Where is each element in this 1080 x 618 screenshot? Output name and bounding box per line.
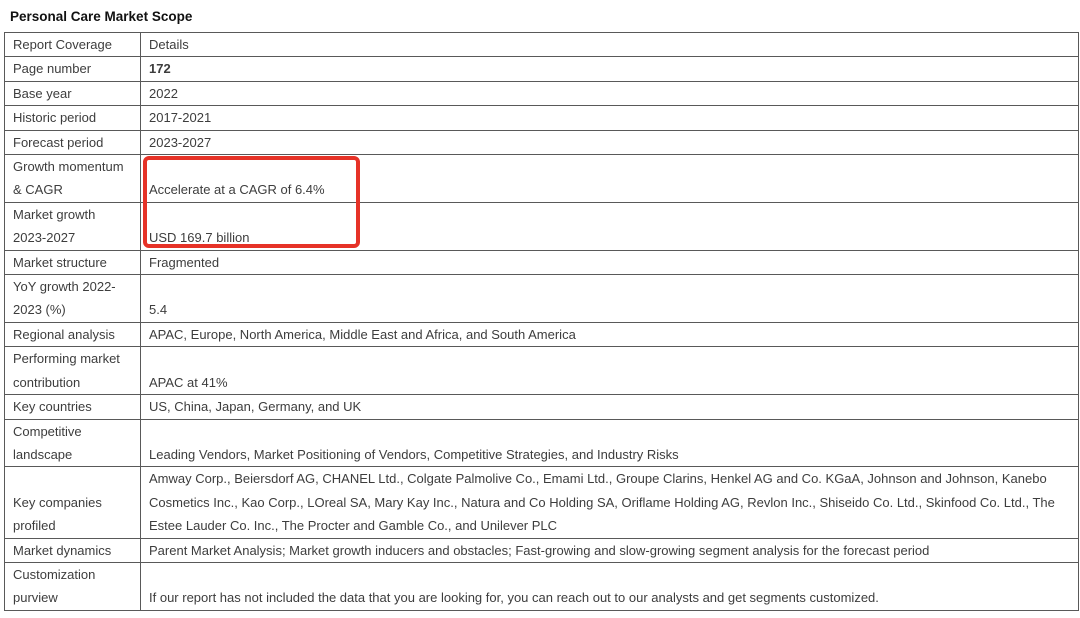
row-label: Key countries	[5, 395, 141, 419]
table-row-base-year: Base year 2022	[5, 81, 1079, 105]
row-label: Historic period	[5, 106, 141, 130]
row-value: If our report has not included the data …	[141, 562, 1079, 610]
table-row-market-dynamics: Market dynamics Parent Market Analysis; …	[5, 538, 1079, 562]
row-value: Parent Market Analysis; Market growth in…	[141, 538, 1079, 562]
scope-table: Report Coverage Details Page number 172 …	[4, 32, 1079, 611]
row-label: Forecast period	[5, 130, 141, 154]
row-value: Fragmented	[141, 250, 1079, 274]
row-label: Page number	[5, 57, 141, 81]
table-row-yoy-growth: YoY growth 2022-2023 (%) 5.4	[5, 275, 1079, 323]
table-row-regional-analysis: Regional analysis APAC, Europe, North Am…	[5, 322, 1079, 346]
row-label: Base year	[5, 81, 141, 105]
row-growth-momentum: Growth momentum & CAGR Accelerate at a C…	[5, 155, 1079, 203]
row-label: Competitive landscape	[5, 419, 141, 467]
row-label: Key companies profiled	[5, 467, 141, 538]
row-value: 172	[141, 57, 1079, 81]
row-value: 2023-2027	[141, 130, 1079, 154]
table-row-competitive-landscape: Competitive landscape Leading Vendors, M…	[5, 419, 1079, 467]
table-row-key-countries: Key countries US, China, Japan, Germany,…	[5, 395, 1079, 419]
row-value: 5.4	[141, 275, 1079, 323]
table-row-page-number: Page number 172	[5, 57, 1079, 81]
row-value: APAC, Europe, North America, Middle East…	[141, 322, 1079, 346]
row-market-growth: Market growth 2023-2027 USD 169.7 billio…	[5, 202, 1079, 250]
row-value-highlighted: Accelerate at a CAGR of 6.4%	[141, 155, 1079, 203]
row-label: Growth momentum & CAGR	[5, 155, 141, 203]
page: Personal Care Market Scope Report Covera…	[0, 0, 1080, 618]
row-value: Leading Vendors, Market Positioning of V…	[141, 419, 1079, 467]
row-value: Amway Corp., Beiersdorf AG, CHANEL Ltd.,…	[141, 467, 1079, 538]
table-row-historic-period: Historic period 2017-2021	[5, 106, 1079, 130]
row-label: Market dynamics	[5, 538, 141, 562]
row-label: YoY growth 2022-2023 (%)	[5, 275, 141, 323]
row-value: 2017-2021	[141, 106, 1079, 130]
table-row-forecast-period: Forecast period 2023-2027	[5, 130, 1079, 154]
table-row-key-companies: Key companies profiled Amway Corp., Beie…	[5, 467, 1079, 538]
row-value: 2022	[141, 81, 1079, 105]
row-value-highlighted: USD 169.7 billion	[141, 202, 1079, 250]
row-label: Market structure	[5, 250, 141, 274]
page-title: Personal Care Market Scope	[0, 0, 1080, 24]
row-label: Market growth 2023-2027	[5, 202, 141, 250]
row-label: Performing market contribution	[5, 347, 141, 395]
table-row-market-structure: Market structure Fragmented	[5, 250, 1079, 274]
row-label: Customization purview	[5, 562, 141, 610]
table-row-performing-market: Performing market contribution APAC at 4…	[5, 347, 1079, 395]
row-value: APAC at 41%	[141, 347, 1079, 395]
row-label: Regional analysis	[5, 322, 141, 346]
table-row-customization-purview: Customization purview If our report has …	[5, 562, 1079, 610]
table-row-report-coverage: Report Coverage Details	[5, 33, 1079, 57]
row-label: Report Coverage	[5, 33, 141, 57]
row-value: US, China, Japan, Germany, and UK	[141, 395, 1079, 419]
row-value: Details	[141, 33, 1079, 57]
